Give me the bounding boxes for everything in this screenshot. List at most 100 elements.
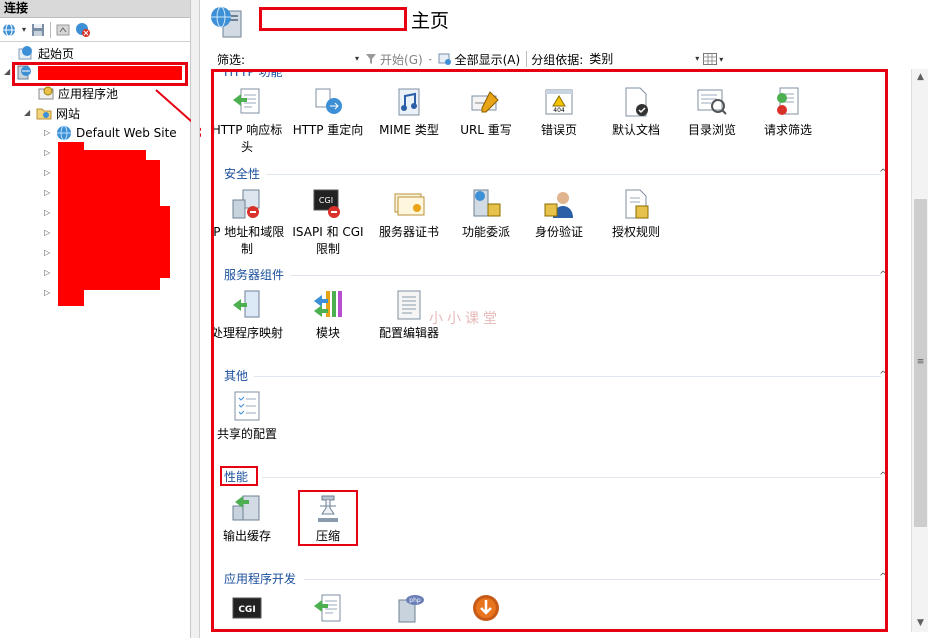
tree-item-sites[interactable]: ◢ 网站 <box>24 104 80 122</box>
feature-ip-restrictions[interactable]: IP 地址和域限制 <box>214 188 288 258</box>
isapi-cgi-icon: CGI <box>313 189 340 218</box>
collapse-arrow-icon[interactable]: ▷ <box>44 229 52 237</box>
group-by-select[interactable]: 类别 ▾ <box>589 51 699 67</box>
feature-url-rewrite[interactable]: URL 重写 <box>445 86 527 139</box>
svg-text:php: php <box>409 597 421 604</box>
feature-directory-browsing[interactable]: 目录浏览 <box>671 86 753 139</box>
group-title-others: 其他 <box>224 369 249 383</box>
feature-fastcgi[interactable] <box>287 592 369 628</box>
up-icon[interactable] <box>55 22 71 38</box>
vertical-scrollbar[interactable]: ▲ ≡ ▼ <box>911 69 928 632</box>
feature-delegation[interactable]: 功能委派 <box>445 188 527 241</box>
start-dropdown-icon[interactable]: - <box>429 55 432 64</box>
feature-isapi-cgi-restrictions[interactable]: CGI ISAPI 和 CGI 限制 <box>287 188 369 258</box>
save-icon[interactable] <box>30 22 46 38</box>
collapse-group-icon[interactable]: ^ <box>879 370 885 381</box>
collapse-group-icon[interactable]: ^ <box>879 471 885 482</box>
feature-http-response-headers[interactable]: HTTP 响应标头 <box>214 86 288 156</box>
feature-output-caching[interactable]: 输出缓存 <box>214 492 288 545</box>
collapse-arrow-icon[interactable]: ▷ <box>44 149 52 157</box>
home-pane: 主页 筛选: ▾ 开始(G) - 全部显示(A) 分组依据: 类别 ▾ ▾ HT… <box>201 0 930 638</box>
authentication-icon <box>544 192 573 218</box>
group-by-label: 分组依据: <box>531 52 584 67</box>
redaction-server-name-fill <box>38 66 182 80</box>
feature-error-pages[interactable]: 404 错误页 <box>518 86 600 139</box>
tree-item-start-page[interactable]: 起始页 <box>18 44 74 62</box>
view-dropdown-icon[interactable]: ▾ <box>719 55 723 64</box>
cgi-icon: CGI <box>232 597 262 619</box>
feature-handler-mappings[interactable]: 处理程序映射 <box>214 289 288 342</box>
feature-modules[interactable]: 模块 <box>287 289 369 342</box>
group-by-dropdown-icon[interactable]: ▾ <box>695 51 699 67</box>
view-button[interactable]: ▾ <box>703 53 723 65</box>
connections-pane: 连接 ▾ 起始页 ◢ 应用程序池 ◢ 网站 ▷ Default Web Site… <box>0 0 212 638</box>
filter-label: 筛选: <box>217 52 246 67</box>
group-title-http: HTTP 功能 <box>224 69 283 79</box>
feature-web-platform-installer[interactable] <box>445 592 527 628</box>
feature-http-redirect[interactable]: HTTP 重定向 <box>287 86 369 139</box>
server-home-icon <box>211 6 242 38</box>
show-all-button[interactable]: 全部显示(A) <box>438 51 520 68</box>
feature-shared-configuration[interactable]: 共享的配置 <box>214 390 288 443</box>
tree-label-sites: 网站 <box>56 106 81 121</box>
collapse-group-icon[interactable]: ^ <box>879 270 885 281</box>
feature-php-manager[interactable]: php <box>368 592 450 628</box>
collapse-arrow-icon[interactable]: ▷ <box>44 209 52 217</box>
feature-mime-types[interactable]: MIME 类型 <box>368 86 450 139</box>
collapse-arrow-icon[interactable]: ▷ <box>44 249 52 257</box>
tree-item-site[interactable]: ▷ <box>44 204 52 222</box>
web-platform-installer-icon <box>473 595 499 621</box>
scroll-up-icon[interactable]: ▲ <box>912 69 929 86</box>
collapse-group-icon[interactable]: ^ <box>879 572 885 583</box>
pane-splitter[interactable] <box>191 0 200 638</box>
tree-item-site[interactable]: ▷ <box>44 224 52 242</box>
http-redirect-icon <box>315 88 342 114</box>
svg-text:404: 404 <box>553 107 565 114</box>
collapse-arrow-icon[interactable]: ▷ <box>44 289 52 297</box>
group-title-app-development: 应用程序开发 <box>224 572 297 586</box>
feature-server-certificates[interactable]: 服务器证书 <box>368 188 450 241</box>
feature-authorization-rules[interactable]: 授权规则 <box>595 188 677 241</box>
tree-item-app-pools[interactable]: 应用程序池 <box>38 84 118 102</box>
expand-arrow-icon[interactable]: ◢ <box>4 68 12 76</box>
error-pages-icon: 404 <box>545 89 573 115</box>
mime-types-icon <box>398 88 420 116</box>
tree-item-site[interactable]: ▷ <box>44 184 52 202</box>
tree-item-site[interactable]: ▷ <box>44 164 52 182</box>
collapse-arrow-icon[interactable]: ▷ <box>44 169 52 177</box>
feature-authentication[interactable]: 身份验证 <box>518 188 600 241</box>
modules-icon <box>314 291 342 317</box>
tree-item-site[interactable]: ▷ <box>44 264 52 282</box>
expand-arrow-icon[interactable]: ◢ <box>24 109 32 117</box>
php-manager-icon: php <box>398 595 424 623</box>
tree-item-site[interactable]: ▷ <box>44 244 52 262</box>
filter-bar: 筛选: ▾ 开始(G) - 全部显示(A) 分组依据: 类别 ▾ ▾ <box>201 49 930 69</box>
collapse-arrow-icon[interactable]: ▷ <box>44 129 52 137</box>
collapse-arrow-icon[interactable]: ▷ <box>44 269 52 277</box>
tree-item-site[interactable]: ▷ <box>44 144 52 162</box>
feature-delegation-icon <box>473 189 501 217</box>
feature-default-document[interactable]: 默认文档 <box>595 86 677 139</box>
page-title: 主页 <box>411 10 450 32</box>
tree-label-app-pools: 应用程序池 <box>58 86 119 101</box>
start-button[interactable]: 开始(G) <box>365 51 423 68</box>
collapse-group-icon[interactable]: ^ <box>879 168 885 179</box>
connect-icon[interactable] <box>2 22 18 38</box>
fastcgi-icon <box>314 594 341 622</box>
show-all-icon <box>438 53 451 65</box>
url-rewrite-icon <box>471 91 499 113</box>
tree-item-site[interactable]: ▷ <box>44 284 52 302</box>
directory-browsing-icon <box>697 89 727 115</box>
scroll-down-icon[interactable]: ▼ <box>912 615 929 632</box>
request-filtering-icon <box>777 87 799 115</box>
collapse-arrow-icon[interactable]: ▷ <box>44 189 52 197</box>
filter-dropdown-icon[interactable]: ▾ <box>355 54 359 63</box>
filter-input[interactable]: ▾ <box>249 51 359 67</box>
disconnect-icon[interactable] <box>75 22 91 38</box>
highlight-compression <box>298 490 358 546</box>
feature-cgi[interactable]: CGI <box>214 592 288 628</box>
group-divider <box>304 579 881 580</box>
group-divider <box>266 174 881 175</box>
connect-dropdown-icon[interactable]: ▾ <box>22 25 26 34</box>
feature-request-filtering[interactable]: 请求筛选 <box>747 86 829 139</box>
